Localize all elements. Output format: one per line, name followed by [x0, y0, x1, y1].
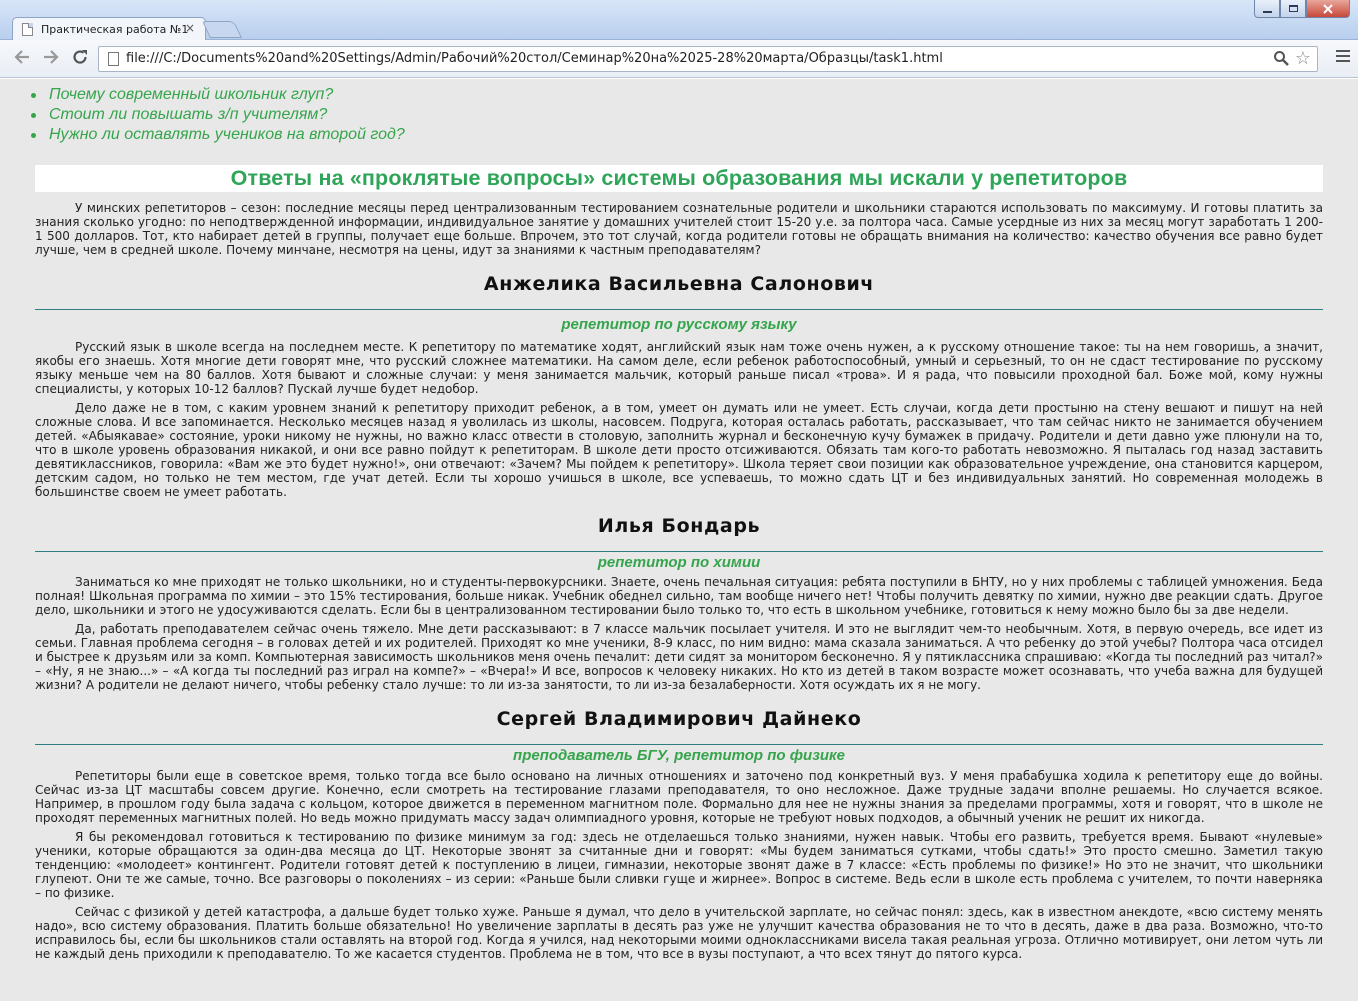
bookmark-star-icon[interactable]: ☆ — [1295, 48, 1311, 69]
new-tab-button[interactable] — [202, 21, 242, 38]
address-bar[interactable]: file:///C:/Documents%20and%20Settings/Ad… — [98, 46, 1318, 72]
article-headline: Ответы на «проклятые вопросы» системы об… — [35, 165, 1323, 192]
minimize-button[interactable] — [1254, 0, 1280, 18]
article: Почему современный школьник глуп? Стоит … — [31, 79, 1323, 961]
forward-button[interactable] — [40, 48, 62, 70]
tutor-role: репетитор по химии — [597, 554, 761, 571]
tutor-role: преподаватель БГУ, репетитор по физике — [513, 747, 845, 764]
browser-tab[interactable]: Практическая работа №1 × — [12, 17, 206, 41]
list-item: Стоит ли повышать з/п учителям? — [28, 105, 1323, 125]
maximize-button[interactable] — [1280, 0, 1306, 18]
maximize-icon — [1288, 5, 1298, 12]
tutor-paragraph: Заниматься ко мне приходят не только шко… — [35, 575, 1323, 617]
tutor-name: Сергей Владимирович Дайнеко — [496, 708, 862, 730]
close-window-button[interactable] — [1306, 0, 1350, 18]
tutor-name: Анжелика Васильевна Салонович — [483, 273, 875, 295]
close-icon — [1323, 3, 1333, 14]
arrow-left-icon — [14, 50, 29, 64]
list-item: Почему современный школьник глуп? — [28, 85, 1323, 105]
page-icon — [22, 23, 33, 36]
reload-button[interactable] — [69, 48, 91, 70]
arrow-right-icon — [44, 50, 59, 64]
intro-paragraph: У минских репетиторов – сезон: последние… — [35, 201, 1323, 257]
tutor-paragraph: Русский язык в школе всегда на последнем… — [35, 340, 1323, 396]
window-titlebar: Практическая работа №1 × — [0, 0, 1358, 41]
search-icon[interactable] — [1273, 50, 1289, 70]
browser-menu-button[interactable] — [1336, 50, 1350, 65]
page-icon — [108, 52, 119, 66]
tab-close-icon[interactable]: × — [185, 21, 195, 35]
back-button[interactable] — [11, 48, 33, 70]
window-controls — [1254, 0, 1350, 19]
tutor-paragraph: Да, работать преподавателем сейчас очень… — [35, 622, 1323, 692]
url-text[interactable]: file:///C:/Documents%20and%20Settings/Ad… — [126, 51, 943, 66]
question-list: Почему современный школьник глуп? Стоит … — [28, 85, 1323, 145]
reload-icon — [73, 50, 87, 64]
divider — [35, 309, 1323, 310]
tutor-paragraph: Я бы рекомендовал готовиться к тестирова… — [35, 830, 1323, 900]
divider — [35, 744, 1323, 745]
tutor-paragraph: Дело даже не в том, с каким уровнем знан… — [35, 401, 1323, 499]
tutor-paragraph: Сейчас с физикой у детей катастрофа, а д… — [35, 905, 1323, 961]
tutor-role: репетитор по русскому языку — [561, 316, 797, 333]
tutor-paragraph: Репетиторы были еще в советское время, т… — [35, 769, 1323, 825]
minimize-icon — [1262, 10, 1272, 13]
page-content: Почему современный школьник глуп? Стоит … — [0, 79, 1358, 1001]
menu-icon — [1336, 50, 1350, 52]
tab-title: Практическая работа №1 — [41, 23, 189, 36]
tutor-name: Илья Бондарь — [597, 515, 761, 537]
list-item: Нужно ли оставлять учеников на второй го… — [28, 125, 1323, 145]
browser-toolbar: file:///C:/Documents%20and%20Settings/Ad… — [0, 40, 1358, 78]
divider — [35, 551, 1323, 552]
